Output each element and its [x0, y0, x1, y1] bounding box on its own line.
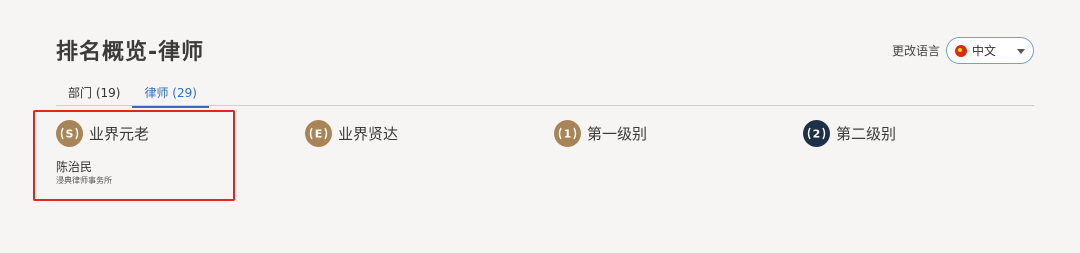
badge-letter: E [315, 128, 323, 141]
category-eminent-practitioners: E 业界贤达 [305, 120, 398, 147]
badge-letter: 2 [813, 128, 821, 141]
language-value: 中文 [972, 44, 997, 58]
rankings-page: 排名概览-律师 更改语言 中文 部门 (19) 律师 (29) S 业界元老 E… [0, 0, 1080, 253]
language-label: 更改语言 [892, 44, 941, 58]
tab-divider [56, 105, 1034, 106]
language-select[interactable]: 中文 [946, 37, 1035, 64]
page-title: 排名概览-律师 [56, 40, 205, 65]
category-label: 业界贤达 [338, 125, 399, 143]
category-band-1: 1 第一级别 [554, 120, 647, 147]
language-switcher: 更改语言 中文 [892, 37, 1035, 64]
band-1-badge-icon: 1 [554, 120, 581, 147]
eminent-practitioners-badge-icon: E [305, 120, 332, 147]
chevron-down-icon [1017, 49, 1026, 54]
highlight-annotation-box [33, 110, 235, 201]
band-2-badge-icon: 2 [803, 120, 830, 147]
badge-letter: 1 [564, 128, 572, 141]
category-label: 第二级别 [836, 125, 897, 143]
china-flag-icon [955, 44, 968, 57]
category-label: 第一级别 [587, 125, 648, 143]
category-band-2: 2 第二级别 [803, 120, 896, 147]
